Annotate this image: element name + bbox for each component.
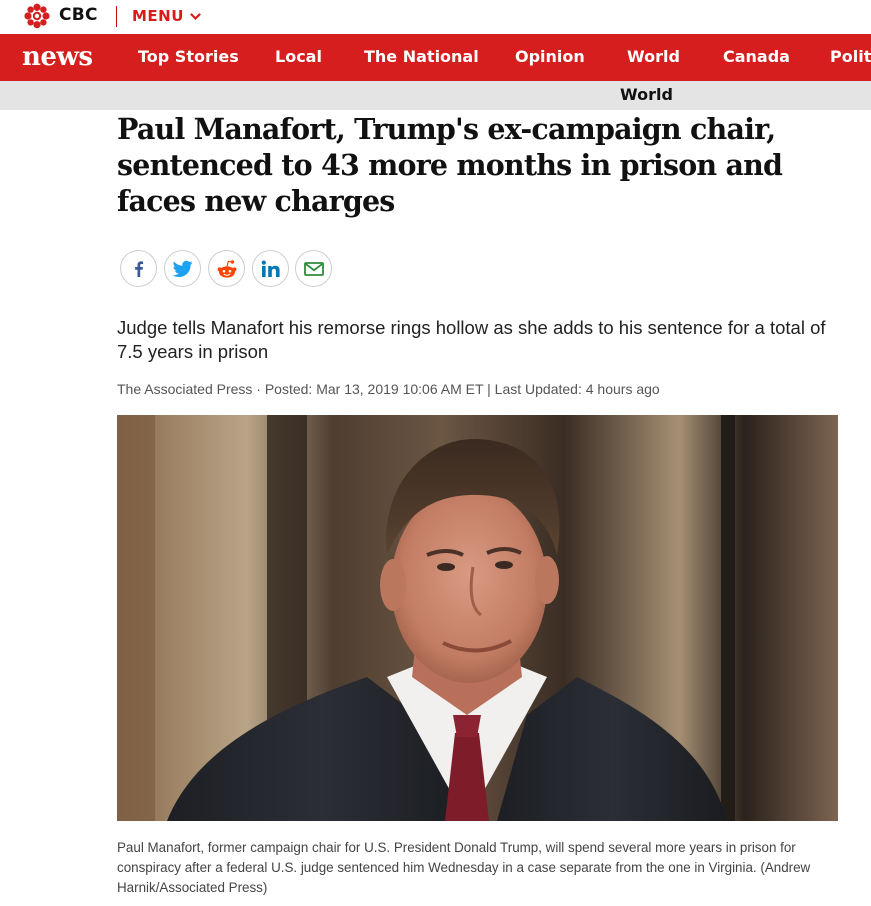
share-facebook-button[interactable] bbox=[120, 250, 157, 287]
photo-caption: Paul Manafort, former campaign chair for… bbox=[117, 840, 811, 895]
cbc-gem-logo-icon[interactable] bbox=[23, 3, 51, 29]
cbc-wordmark[interactable]: CBC bbox=[59, 5, 98, 25]
share-email-button[interactable] bbox=[295, 250, 332, 287]
lead-photo[interactable] bbox=[117, 415, 838, 821]
facebook-icon bbox=[134, 260, 143, 277]
top-brand-bar: CBC MENU bbox=[0, 0, 871, 34]
share-linkedin-button[interactable] bbox=[252, 250, 289, 287]
section-label-world[interactable]: World bbox=[620, 85, 673, 104]
nav-item-world[interactable]: World bbox=[627, 47, 680, 66]
nav-item-canada[interactable]: Canada bbox=[723, 47, 790, 66]
email-icon bbox=[303, 261, 324, 276]
nav-item-top-stories[interactable]: Top Stories bbox=[138, 47, 239, 66]
article-headline: Paul Manafort, Trump's ex-campaign chair… bbox=[117, 112, 783, 218]
nav-item-politics[interactable]: Politi bbox=[830, 47, 871, 66]
chevron-down-icon bbox=[190, 12, 201, 20]
article-deck: Judge tells Manafort his remorse rings h… bbox=[117, 317, 826, 362]
nav-item-the-national[interactable]: The National bbox=[364, 47, 479, 66]
share-twitter-button[interactable] bbox=[164, 250, 201, 287]
nav-item-opinion[interactable]: Opinion bbox=[515, 47, 585, 66]
menu-button[interactable]: MENU bbox=[132, 6, 201, 26]
brand-divider bbox=[116, 6, 117, 27]
twitter-icon bbox=[172, 260, 193, 277]
news-nav-bar: news Top Stories Local The National Opin… bbox=[0, 34, 871, 81]
linkedin-icon bbox=[261, 260, 280, 277]
share-reddit-button[interactable] bbox=[208, 250, 245, 287]
lead-photo-image bbox=[117, 415, 838, 821]
section-bar: World bbox=[0, 81, 871, 110]
news-logo[interactable]: news bbox=[22, 42, 93, 72]
menu-button-label: MENU bbox=[132, 7, 184, 25]
article-byline: The Associated Press · Posted: Mar 13, 2… bbox=[117, 381, 660, 397]
nav-item-local[interactable]: Local bbox=[275, 47, 322, 66]
reddit-icon bbox=[217, 259, 236, 278]
